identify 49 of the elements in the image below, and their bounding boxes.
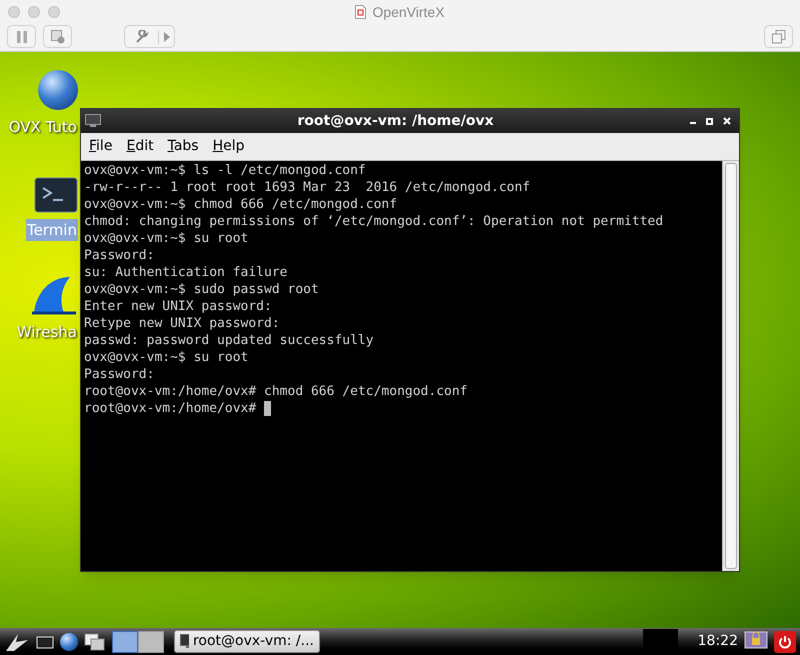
document-icon — [355, 5, 366, 19]
globe-icon[interactable] — [60, 632, 78, 650]
caret-icon — [164, 32, 170, 42]
maximize-icon[interactable] — [706, 118, 713, 124]
terminal-line: ovx@ovx-vm:~$ su root — [84, 230, 248, 247]
clock[interactable]: 18:22 — [698, 631, 738, 652]
terminal-line: ovx@ovx-vm:~$ ls -l /etc/mongod.conf — [84, 162, 366, 179]
terminal-line: su: Authentication failure — [84, 264, 288, 281]
menu-item[interactable]: Tabs — [168, 136, 199, 157]
terminal-line: Enter new UNIX password: — [84, 298, 272, 315]
menu-item[interactable]: Help — [212, 136, 244, 157]
cursor-icon — [264, 401, 272, 416]
terminal-line: root@ovx-vm:/home/ovx# chmod 666 /etc/mongod.conf — [84, 383, 468, 400]
desktop-pager-item[interactable] — [112, 630, 138, 652]
terminal-line: Password: — [84, 366, 154, 383]
fin-icon — [30, 275, 78, 315]
desktop-pager-item[interactable] — [138, 630, 164, 652]
windows-icon — [772, 30, 786, 44]
terminal-line: chmod: changing permissions of ‘/etc/mongod.conf’: Operation not permitted — [84, 213, 664, 230]
pause-button[interactable] — [7, 25, 36, 48]
terminal-line: Password: — [84, 247, 154, 264]
bird-logo-icon[interactable] — [4, 632, 30, 652]
terminal-line: root@ovx-vm:/home/ovx# — [84, 400, 258, 417]
terminal-line: ovx@ovx-vm:~$ sudo passwd root — [84, 281, 319, 298]
wrench-icon — [134, 30, 148, 44]
terminal-line: Retype new UNIX password: — [84, 315, 280, 332]
task-button[interactable]: root@ovx-vm: /... — [174, 630, 320, 653]
power-icon[interactable] — [774, 630, 796, 652]
scrollbar[interactable] — [722, 161, 739, 571]
menu-item[interactable]: File — [89, 136, 112, 157]
show-desktop-icon[interactable] — [36, 634, 54, 650]
pause-icon — [16, 30, 26, 42]
window-mode-button[interactable] — [764, 25, 793, 48]
menu-item[interactable]: Edit — [126, 136, 154, 157]
globe-icon — [38, 70, 78, 110]
monitor-icon — [180, 634, 189, 649]
terminal-title: root@ovx-vm: /home/ovx — [296, 112, 495, 130]
terminal-line: ovx@ovx-vm:~$ chmod 666 /etc/mongod.conf — [84, 196, 398, 213]
terminal-icon — [34, 176, 78, 212]
window-title: OpenVirteX — [372, 2, 445, 22]
snapshot-icon — [50, 30, 64, 44]
window-switch-icon[interactable] — [84, 632, 106, 650]
close-icon[interactable] — [723, 117, 731, 125]
monitor-icon — [85, 114, 101, 128]
settings-split-button[interactable] — [124, 25, 175, 48]
terminal-line: ovx@ovx-vm:~$ su root — [84, 349, 248, 366]
snapshot-button[interactable] — [43, 25, 72, 48]
terminal-line: passwd: password updated successfully — [84, 332, 374, 349]
terminal-line: -rw-r--r-- 1 root root 1693 Mar 23 2016 /etc/mongod.conf — [84, 179, 530, 196]
